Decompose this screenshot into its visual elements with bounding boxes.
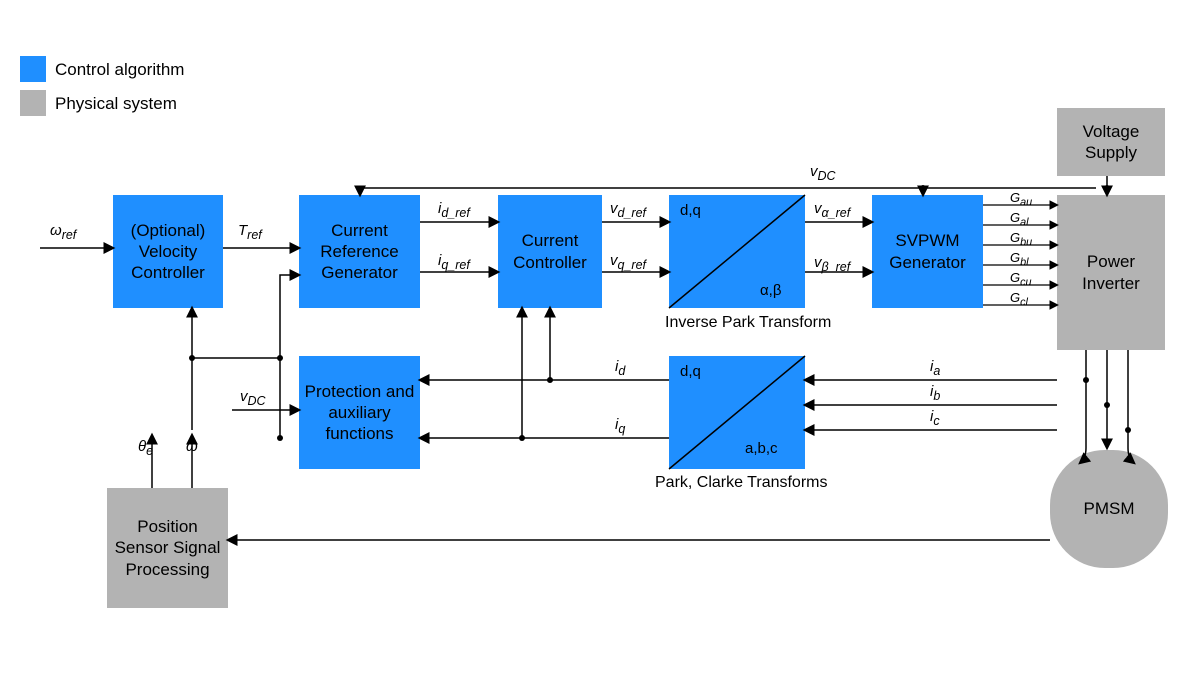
sig-gbu: Gbu [1010, 230, 1032, 249]
sig-iq: iq [615, 416, 625, 436]
sig-gcl: Gcl [1010, 290, 1028, 309]
sig-ic: ic [930, 408, 940, 428]
sig-va-ref: vα_ref [814, 200, 850, 220]
sig-gbl: Gbl [1010, 250, 1029, 269]
sig-id-ref: id_ref [438, 200, 470, 220]
sig-vdc-top: vDC [810, 163, 836, 183]
sig-ib: ib [930, 383, 940, 403]
sig-vd-ref: vd_ref [610, 200, 646, 220]
sig-vb-ref: vβ_ref [814, 254, 850, 274]
sig-gcu: Gcu [1010, 270, 1032, 289]
sig-omega: ω [186, 438, 198, 455]
sig-theta-e: θe [138, 438, 153, 458]
sig-iq-ref: iq_ref [438, 252, 470, 272]
diagram-arrows [0, 0, 1200, 675]
sig-gal: Gal [1010, 210, 1029, 229]
sig-t-ref: Tref [238, 222, 262, 242]
sig-id: id [615, 358, 625, 378]
sig-omega-ref: ωref [50, 222, 76, 242]
sig-vdc-prot: vDC [240, 388, 266, 408]
sig-vq-ref: vq_ref [610, 252, 646, 272]
sig-ia: ia [930, 358, 940, 378]
sig-gau: Gau [1010, 190, 1032, 209]
